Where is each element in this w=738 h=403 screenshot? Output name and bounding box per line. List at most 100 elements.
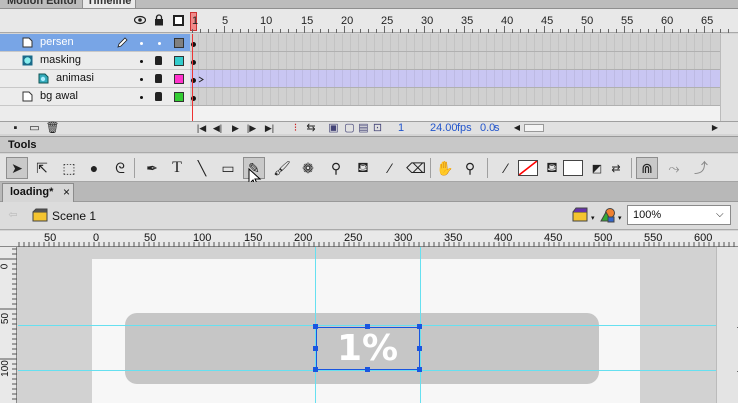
frame-cell-line: [534, 52, 535, 69]
timeline-vscroll[interactable]: [720, 34, 738, 121]
scene-name[interactable]: Scene 1: [52, 209, 96, 223]
timeline-hscroll-thumb[interactable]: [524, 124, 544, 132]
swap-colors-icon[interactable]: ⇄: [605, 157, 627, 179]
subselection-tool-icon[interactable]: ⇱: [31, 157, 53, 179]
selection-handle[interactable]: [417, 367, 422, 372]
3d-rotation-icon[interactable]: ●: [83, 157, 105, 179]
visibility-dot[interactable]: [140, 96, 143, 99]
layer-name[interactable]: animasi: [56, 72, 94, 84]
frame-row-masking[interactable]: [190, 52, 720, 70]
onion-skin-icon[interactable]: ▣: [328, 123, 339, 134]
new-folder-icon[interactable]: ▭: [29, 123, 40, 134]
frame-cell-line: [518, 70, 519, 87]
visibility-dot[interactable]: [140, 78, 143, 81]
lock-icon[interactable]: [155, 92, 162, 101]
hand-tool-icon[interactable]: ✋: [434, 157, 456, 179]
lasso-icon[interactable]: ᘓ: [109, 157, 131, 179]
edit-symbols-caret[interactable]: ▾: [618, 214, 622, 222]
selected-text-field[interactable]: 1%: [316, 327, 420, 370]
fps-value[interactable]: 24.00: [430, 122, 458, 134]
onion-outline-icon[interactable]: ▢: [344, 123, 355, 134]
eraser-tool-icon[interactable]: ⌫: [405, 157, 427, 179]
trash-icon[interactable]: 🗑: [46, 123, 60, 134]
elapsed-time[interactable]: 0.0: [480, 122, 495, 134]
free-transform-icon[interactable]: ⬚: [58, 157, 80, 179]
current-frame[interactable]: 1: [398, 122, 404, 134]
edit-symbols-icon[interactable]: [599, 207, 617, 223]
timeline-tab[interactable]: Timeline: [82, 0, 137, 8]
back-arrow-icon[interactable]: ⇦: [6, 209, 20, 221]
bone-tool-icon[interactable]: ⚲: [325, 157, 347, 179]
stroke-color-swatch[interactable]: [518, 160, 538, 176]
lock-icon[interactable]: [155, 56, 162, 65]
layer-color-box[interactable]: [174, 56, 184, 66]
loop-icon[interactable]: ⇆: [304, 123, 318, 134]
step-back-icon[interactable]: ◀|: [212, 123, 223, 134]
lock-all-icon[interactable]: [153, 14, 165, 26]
onion-markers-icon[interactable]: ⊡: [372, 123, 383, 134]
layer-name[interactable]: masking: [40, 54, 81, 66]
document-tab[interactable]: loading* ×: [2, 183, 74, 202]
pen-tool-icon[interactable]: ✒: [141, 157, 163, 179]
visibility-dot[interactable]: [140, 60, 143, 63]
selection-handle[interactable]: [365, 367, 370, 372]
pasteboard[interactable]: 1%: [18, 247, 716, 403]
selection-tool-icon[interactable]: ➤: [6, 157, 28, 179]
frame-row-animasi[interactable]: [190, 70, 720, 88]
close-icon[interactable]: ×: [63, 185, 70, 199]
text-tool-icon[interactable]: T: [166, 157, 188, 179]
edit-multiple-icon[interactable]: ▤: [358, 123, 369, 134]
selection-handle[interactable]: [417, 346, 422, 351]
scroll-left-icon[interactable]: ◀: [512, 123, 522, 133]
center-frame-icon[interactable]: ⁝: [290, 123, 301, 134]
eyedropper-icon[interactable]: ⁄: [379, 157, 401, 179]
layer-row-animasi[interactable]: animasi: [0, 70, 190, 88]
layer-row-masking[interactable]: masking: [0, 52, 190, 70]
tools-panel-header[interactable]: Tools: [0, 136, 738, 153]
edit-scene-caret[interactable]: ▾: [591, 214, 595, 222]
fill-color-swatch[interactable]: [563, 160, 583, 176]
smooth-icon[interactable]: ⤳: [663, 157, 685, 179]
frame-tick: [584, 26, 585, 33]
selection-handle[interactable]: [365, 324, 370, 329]
fill-color-icon[interactable]: ⛾: [541, 157, 563, 179]
selection-handle[interactable]: [417, 324, 422, 329]
selection-handle[interactable]: [313, 324, 318, 329]
line-tool-icon[interactable]: ╲: [191, 157, 213, 179]
frame-row-persen[interactable]: [190, 34, 720, 52]
selection-handle[interactable]: [313, 346, 318, 351]
lock-dot[interactable]: [158, 42, 161, 45]
layer-row-bg-awal[interactable]: bg awal: [0, 88, 190, 106]
layer-color-box[interactable]: [174, 92, 184, 102]
frame-row-bg-awal[interactable]: [190, 88, 720, 106]
layer-row-persen[interactable]: persen: [0, 34, 190, 52]
eye-icon[interactable]: [134, 14, 146, 26]
layer-color-box[interactable]: [174, 38, 184, 48]
layer-color-box[interactable]: [174, 74, 184, 84]
brush-tool-icon[interactable]: 🖌: [271, 157, 293, 179]
rectangle-tool-icon[interactable]: ▭: [217, 157, 239, 179]
scroll-right-icon[interactable]: ▶: [710, 123, 720, 133]
outline-all-icon[interactable]: [173, 15, 184, 26]
play-icon[interactable]: ▶: [230, 123, 241, 134]
stroke-color-icon[interactable]: ⁄: [495, 157, 517, 179]
layer-name[interactable]: persen: [40, 36, 74, 48]
chevron-down-icon[interactable]: ⌵: [716, 209, 724, 220]
edit-scene-icon[interactable]: [572, 207, 590, 223]
paint-bucket-icon[interactable]: ⛾: [352, 157, 374, 179]
selection-handle[interactable]: [313, 367, 318, 372]
step-forward-icon[interactable]: |▶: [246, 123, 257, 134]
layer-name[interactable]: bg awal: [40, 90, 78, 102]
visibility-dot[interactable]: [140, 42, 143, 45]
straighten-icon[interactable]: ⤴: [690, 157, 712, 179]
deco-tool-icon[interactable]: ❁: [297, 157, 319, 179]
last-frame-icon[interactable]: ▶|: [264, 123, 275, 134]
first-frame-icon[interactable]: |◀: [196, 123, 207, 134]
percent-text[interactable]: 1%: [337, 328, 398, 370]
snap-magnet-icon[interactable]: ⋒: [636, 157, 658, 179]
lock-icon[interactable]: [155, 74, 162, 83]
zoom-tool-icon[interactable]: ⚲: [459, 157, 481, 179]
zoom-select[interactable]: 100% ⌵: [627, 205, 731, 225]
motion-editor-tab[interactable]: Motion Editor: [3, 0, 82, 8]
new-layer-icon[interactable]: ▪: [10, 123, 21, 134]
